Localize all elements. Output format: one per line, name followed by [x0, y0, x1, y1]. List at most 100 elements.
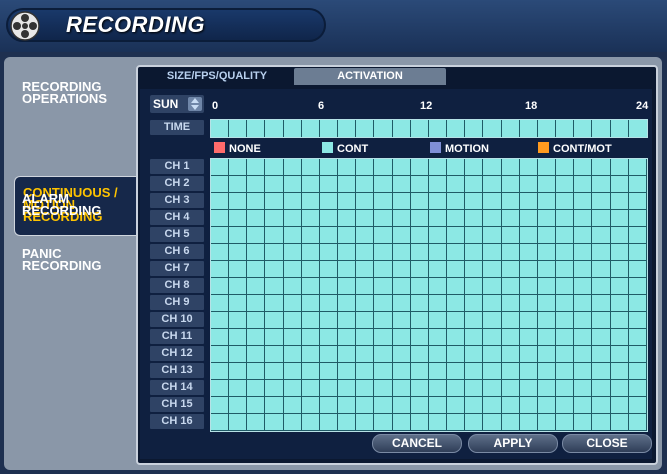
- schedule-cell[interactable]: [319, 312, 339, 329]
- schedule-cell[interactable]: [374, 346, 393, 363]
- schedule-cell[interactable]: [247, 159, 266, 176]
- schedule-cell[interactable]: [465, 295, 484, 312]
- schedule-cell[interactable]: [519, 159, 538, 176]
- apply-button[interactable]: APPLY: [468, 434, 558, 453]
- schedule-cell[interactable]: [410, 244, 429, 261]
- schedule-cell[interactable]: [301, 176, 320, 193]
- schedule-cell[interactable]: [574, 210, 593, 227]
- time-cell[interactable]: [393, 120, 411, 137]
- schedule-cell[interactable]: [501, 193, 520, 210]
- close-button[interactable]: CLOSE: [562, 434, 652, 453]
- schedule-cell[interactable]: [592, 346, 611, 363]
- schedule-cell[interactable]: [501, 176, 520, 193]
- schedule-cell[interactable]: [501, 414, 520, 431]
- schedule-cell[interactable]: [265, 176, 284, 193]
- schedule-cell[interactable]: [447, 363, 466, 380]
- schedule-cell[interactable]: [519, 193, 538, 210]
- schedule-cell[interactable]: [319, 210, 339, 227]
- schedule-cell[interactable]: [501, 397, 520, 414]
- schedule-cell[interactable]: [447, 329, 466, 346]
- schedule-cell[interactable]: [501, 244, 520, 261]
- schedule-cell[interactable]: [628, 210, 647, 227]
- schedule-cell[interactable]: [392, 244, 411, 261]
- schedule-cell[interactable]: [319, 261, 339, 278]
- schedule-cell[interactable]: [483, 210, 502, 227]
- schedule-cell[interactable]: [501, 380, 520, 397]
- schedule-cell[interactable]: [301, 363, 320, 380]
- day-select[interactable]: SUN: [150, 95, 204, 113]
- schedule-cell[interactable]: [392, 312, 411, 329]
- time-cell[interactable]: [356, 120, 375, 137]
- schedule-cell[interactable]: [211, 312, 230, 329]
- schedule-cell[interactable]: [319, 278, 339, 295]
- schedule-cell[interactable]: [610, 159, 629, 176]
- schedule-cell[interactable]: [610, 397, 629, 414]
- sidebar-item-panic-recording[interactable]: PANIC RECORDING: [22, 247, 101, 272]
- schedule-cell[interactable]: [483, 244, 502, 261]
- schedule-cell[interactable]: [265, 159, 284, 176]
- schedule-cell[interactable]: [501, 261, 520, 278]
- schedule-cell[interactable]: [610, 244, 629, 261]
- schedule-cell[interactable]: [356, 261, 375, 278]
- schedule-cell[interactable]: [301, 261, 320, 278]
- schedule-cell[interactable]: [229, 278, 248, 295]
- schedule-cell[interactable]: [610, 295, 629, 312]
- schedule-cell[interactable]: [501, 312, 520, 329]
- schedule-cell[interactable]: [556, 159, 575, 176]
- schedule-cell[interactable]: [610, 210, 629, 227]
- schedule-cell[interactable]: [301, 397, 320, 414]
- schedule-cell[interactable]: [319, 176, 339, 193]
- schedule-cell[interactable]: [537, 397, 557, 414]
- schedule-cell[interactable]: [211, 176, 230, 193]
- schedule-cell[interactable]: [447, 176, 466, 193]
- schedule-cell[interactable]: [374, 329, 393, 346]
- schedule-cell[interactable]: [319, 244, 339, 261]
- schedule-cell[interactable]: [410, 397, 429, 414]
- schedule-cell[interactable]: [592, 159, 611, 176]
- sidebar-item-alarm-recording[interactable]: ALARM RECORDING: [22, 192, 101, 217]
- schedule-cell[interactable]: [265, 312, 284, 329]
- schedule-cell[interactable]: [374, 295, 393, 312]
- schedule-cell[interactable]: [265, 363, 284, 380]
- schedule-cell[interactable]: [465, 244, 484, 261]
- schedule-cell[interactable]: [392, 176, 411, 193]
- schedule-cell[interactable]: [428, 210, 448, 227]
- schedule-cell[interactable]: [574, 244, 593, 261]
- schedule-cell[interactable]: [392, 210, 411, 227]
- schedule-cell[interactable]: [319, 193, 339, 210]
- schedule-cell[interactable]: [428, 295, 448, 312]
- schedule-cell[interactable]: [610, 176, 629, 193]
- schedule-cell[interactable]: [319, 380, 339, 397]
- schedule-cell[interactable]: [537, 261, 557, 278]
- schedule-cell[interactable]: [392, 363, 411, 380]
- schedule-cell[interactable]: [556, 261, 575, 278]
- schedule-cell[interactable]: [356, 244, 375, 261]
- schedule-cell[interactable]: [229, 414, 248, 431]
- schedule-cell[interactable]: [374, 363, 393, 380]
- schedule-cell[interactable]: [265, 295, 284, 312]
- schedule-cell[interactable]: [319, 227, 339, 244]
- schedule-cell[interactable]: [211, 414, 230, 431]
- schedule-cell[interactable]: [410, 414, 429, 431]
- schedule-cell[interactable]: [392, 159, 411, 176]
- schedule-cell[interactable]: [501, 210, 520, 227]
- schedule-cell[interactable]: [301, 210, 320, 227]
- schedule-cell[interactable]: [428, 380, 448, 397]
- schedule-cell[interactable]: [592, 193, 611, 210]
- schedule-cell[interactable]: [338, 380, 357, 397]
- schedule-cell[interactable]: [247, 329, 266, 346]
- schedule-cell[interactable]: [247, 312, 266, 329]
- schedule-cell[interactable]: [447, 244, 466, 261]
- schedule-cell[interactable]: [211, 261, 230, 278]
- schedule-cell[interactable]: [283, 244, 302, 261]
- schedule-cell[interactable]: [211, 397, 230, 414]
- cancel-button[interactable]: CANCEL: [372, 434, 462, 453]
- schedule-cell[interactable]: [447, 261, 466, 278]
- time-cell[interactable]: [447, 120, 466, 137]
- schedule-cell[interactable]: [211, 346, 230, 363]
- schedule-cell[interactable]: [265, 414, 284, 431]
- schedule-cell[interactable]: [428, 176, 448, 193]
- schedule-cell[interactable]: [392, 414, 411, 431]
- schedule-cell[interactable]: [319, 159, 339, 176]
- schedule-cell[interactable]: [519, 380, 538, 397]
